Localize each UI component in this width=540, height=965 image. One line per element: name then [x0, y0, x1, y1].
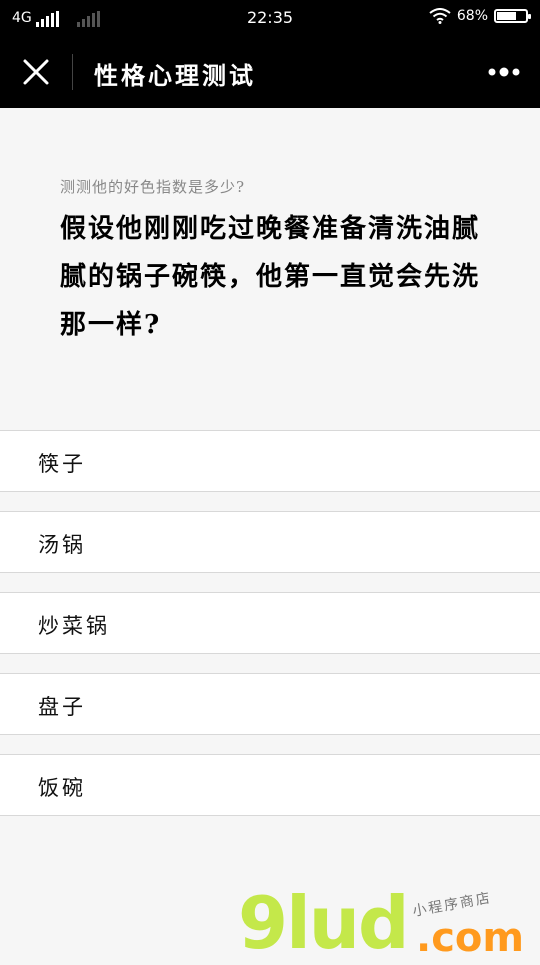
option-item-soup-pot[interactable]: 汤锅 [0, 511, 540, 573]
question-area: 测测他的好色指数是多少? 假设他刚刚吃过晚餐准备清洗油腻腻的锅子碗筷，他第一直觉… [60, 176, 490, 349]
watermark-logo: 9lud .com 小程序商店 [238, 886, 538, 960]
close-button[interactable] [14, 50, 58, 94]
option-label: 炒菜锅 [38, 614, 110, 638]
nav-bar: 性格心理测试 [0, 36, 540, 108]
battery-fill [497, 12, 516, 20]
page-title: 性格心理测试 [94, 61, 256, 90]
status-bar: 4G 22:35 68% [0, 0, 540, 36]
option-item-chopsticks[interactable]: 筷子 [0, 430, 540, 492]
question-text: 假设他刚刚吃过晚餐准备清洗油腻腻的锅子碗筷，他第一直觉会先洗那一样? [60, 214, 481, 340]
close-icon [23, 59, 49, 85]
watermark-suffix: .com [416, 915, 525, 961]
nav-divider [72, 54, 73, 90]
battery-icon [494, 9, 531, 23]
wifi-icon [429, 8, 451, 24]
more-button[interactable] [486, 60, 522, 84]
watermark-main: 9lud [238, 881, 410, 965]
option-list: 筷子 汤锅 炒菜锅 盘子 饭碗 [0, 430, 540, 816]
option-label: 盘子 [38, 695, 86, 719]
battery-percent: 68% [456, 8, 488, 24]
option-item-plate[interactable]: 盘子 [0, 673, 540, 735]
more-horizontal-icon [488, 67, 520, 77]
option-item-wok[interactable]: 炒菜锅 [0, 592, 540, 654]
status-right: 68% [429, 8, 531, 24]
option-item-rice-bowl[interactable]: 饭碗 [0, 754, 540, 816]
option-label: 饭碗 [38, 776, 86, 800]
question-subtitle: 测测他的好色指数是多少? [60, 178, 246, 196]
option-label: 筷子 [38, 452, 86, 476]
option-label: 汤锅 [38, 533, 86, 557]
